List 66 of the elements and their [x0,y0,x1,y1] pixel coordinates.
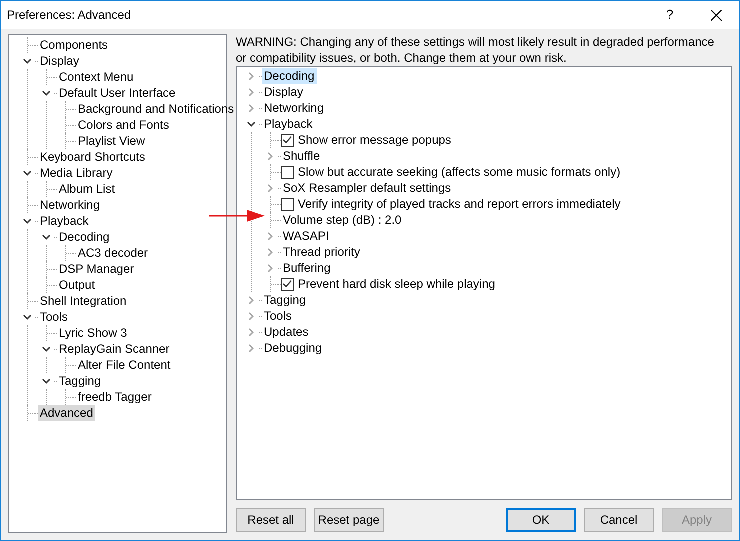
chevron-down-icon[interactable] [22,216,32,226]
tree-item[interactable]: Networking [262,100,326,116]
setting-value[interactable]: Volume step (dB) : 2.0 [281,212,404,228]
tree-item[interactable]: Output [57,277,98,293]
tree-item[interactable]: Playlist View [76,133,148,149]
tree-item[interactable]: Playback [262,116,315,132]
dialog-button[interactable]: Cancel [584,508,654,532]
chevron-down-icon[interactable] [22,312,32,322]
chevron-down-icon[interactable] [42,376,50,386]
warning-text: WARNING: Changing any of these settings will most likely result in degraded performance or compatibility issues, or both. Change them at your own risk. [236,34,716,66]
tree-item[interactable]: Buffering [281,260,333,276]
checkbox[interactable] [281,134,294,146]
tree-item[interactable]: Advanced [38,405,96,421]
chevron-down-icon[interactable] [246,120,256,128]
tree-item[interactable]: Tagging [262,292,308,308]
setting-label[interactable]: Verify integrity of played tracks and report errors immediately [296,196,623,212]
tree-item[interactable]: Tagging [57,373,104,389]
setting-label[interactable]: Show error message popups [296,132,454,148]
checkbox[interactable] [281,198,294,210]
checkmark-icon [283,280,292,288]
tree-item[interactable]: Shell Integration [38,293,129,309]
chevron-down-icon[interactable] [22,168,32,178]
tree-item[interactable]: Debugging [262,340,324,356]
tree-item[interactable]: Playback [38,213,91,229]
tree-item[interactable]: WASAPI [281,228,332,244]
tree-item[interactable]: ReplayGain Scanner [57,341,172,357]
dialog-button[interactable]: Reset all [236,508,306,532]
tree-item[interactable]: Decoding [262,68,317,84]
tree-item[interactable]: Tools [38,309,70,325]
tree-item[interactable]: Networking [38,197,102,213]
tree-item[interactable]: Background and Notifications [76,101,236,117]
tree-item[interactable]: freedb Tagger [76,389,154,405]
help-button[interactable]: ? [647,1,693,29]
chevron-down-icon[interactable] [42,88,50,98]
tree-item[interactable]: Updates [262,324,311,340]
tree-item[interactable]: Lyric Show 3 [57,325,130,341]
tree-item[interactable]: Media Library [38,165,115,181]
tree-item[interactable]: Context Menu [57,69,136,85]
setting-label[interactable]: Prevent hard disk sleep while playing [296,276,498,292]
checkbox[interactable] [281,278,294,290]
tree-item[interactable]: AC3 decoder [76,245,150,261]
chevron-down-icon[interactable] [42,232,50,242]
dialog-button[interactable]: Reset page [314,508,384,532]
tree-item[interactable]: SoX Resampler default settings [281,180,454,196]
tree-item[interactable]: Album List [57,181,118,197]
tree-item[interactable]: Decoding [57,229,112,245]
tree-item[interactable]: Colors and Fonts [76,117,172,133]
close-icon [710,10,722,20]
tree-item[interactable]: Default User Interface [57,85,178,101]
window-title: Preferences: Advanced [7,7,132,24]
chevron-down-icon[interactable] [42,344,50,354]
checkmark-icon [283,136,292,144]
tree-item[interactable]: Alter File Content [76,357,173,373]
tree-item[interactable]: Keyboard Shortcuts [38,149,148,165]
checkbox[interactable] [281,166,294,178]
dialog-button[interactable]: OK [506,508,576,532]
tree-item[interactable]: Display [38,53,82,69]
tree-item[interactable]: DSP Manager [57,261,136,277]
tree-item[interactable]: Shuffle [281,148,322,164]
tree-item[interactable]: Components [38,37,110,53]
pointer-arrow [209,209,265,223]
chevron-down-icon[interactable] [22,56,32,66]
tree-item[interactable]: Tools [262,308,294,324]
tree-item[interactable]: Display [262,84,306,100]
setting-label[interactable]: Slow but accurate seeking (affects some music formats only) [296,164,623,180]
tree-item[interactable]: Thread priority [281,244,362,260]
